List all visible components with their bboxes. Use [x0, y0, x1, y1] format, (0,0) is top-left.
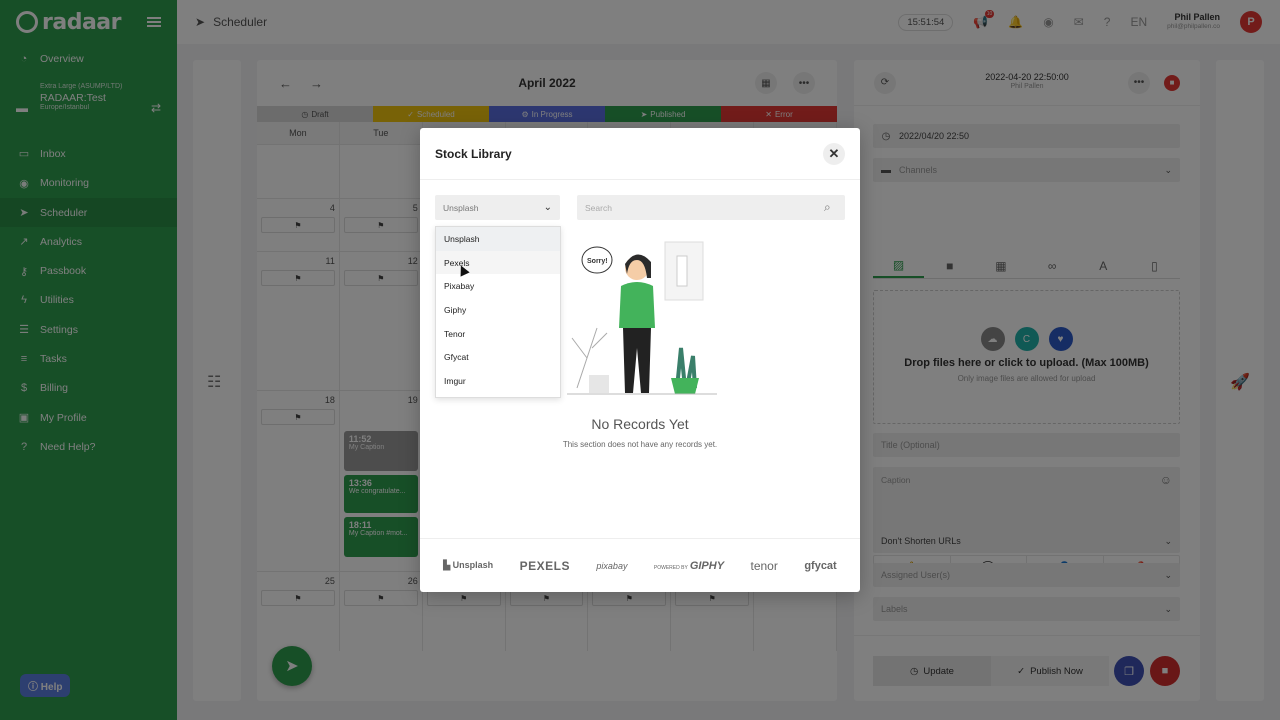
- person-illustration: Sorry!: [567, 241, 717, 395]
- pixabay-logo: pixabay: [596, 560, 628, 571]
- chevron-down-icon: ⌄: [543, 202, 552, 213]
- pot-right: [671, 378, 699, 394]
- pexels-logo: PEXELS: [519, 558, 570, 573]
- provider-name: Unsplash: [452, 560, 494, 570]
- trousers: [623, 328, 651, 393]
- source-select[interactable]: Unsplash ⌄: [435, 195, 560, 220]
- modal-header: Stock Library ✕: [420, 128, 860, 180]
- unsplash-icon: ▙: [443, 560, 453, 570]
- empty-state-subtitle: This section does not have any records y…: [562, 440, 718, 449]
- option-gfycat[interactable]: Gfycat: [436, 345, 560, 369]
- option-giphy[interactable]: Giphy: [436, 298, 560, 322]
- close-icon[interactable]: ✕: [823, 142, 845, 165]
- gfycat-logo: gfycat: [804, 559, 837, 572]
- source-select-value: Unsplash: [443, 202, 479, 213]
- option-unsplash[interactable]: Unsplash: [436, 227, 560, 251]
- option-pexels[interactable]: Pexels: [436, 250, 560, 275]
- tenor-logo: tenor: [750, 558, 778, 573]
- shirt: [619, 282, 655, 328]
- modal-title: Stock Library: [435, 146, 512, 161]
- search-input[interactable]: [577, 195, 845, 220]
- provider-name: GIPHY: [689, 559, 725, 572]
- frame-inner: [676, 255, 688, 287]
- option-pixabay[interactable]: Pixabay: [436, 274, 560, 298]
- option-tenor[interactable]: Tenor: [436, 322, 560, 346]
- empty-state-title: No Records Yet: [591, 416, 689, 432]
- speech-text: Sorry!: [587, 258, 608, 265]
- search-icon[interactable]: ⌕: [824, 200, 831, 215]
- provider-logos: ▙ Unsplash PEXELS pixabay POWERED BY GIPH…: [420, 538, 860, 592]
- unsplash-logo: ▙ Unsplash: [443, 560, 493, 571]
- pot-left: [589, 375, 609, 393]
- source-dropdown: Unsplash Pexels Pixabay Giphy Tenor Gfyc…: [435, 226, 561, 398]
- giphy-logo: POWERED BY GIPHY: [654, 560, 724, 572]
- stock-library-modal: Stock Library ✕ Unsplash ⌄ ⌕ Sorry! No R…: [420, 128, 860, 592]
- giphy-prefix: POWERED BY: [653, 564, 688, 571]
- option-imgur[interactable]: Imgur: [436, 369, 560, 393]
- empty-state-illustration: Sorry!: [567, 238, 717, 398]
